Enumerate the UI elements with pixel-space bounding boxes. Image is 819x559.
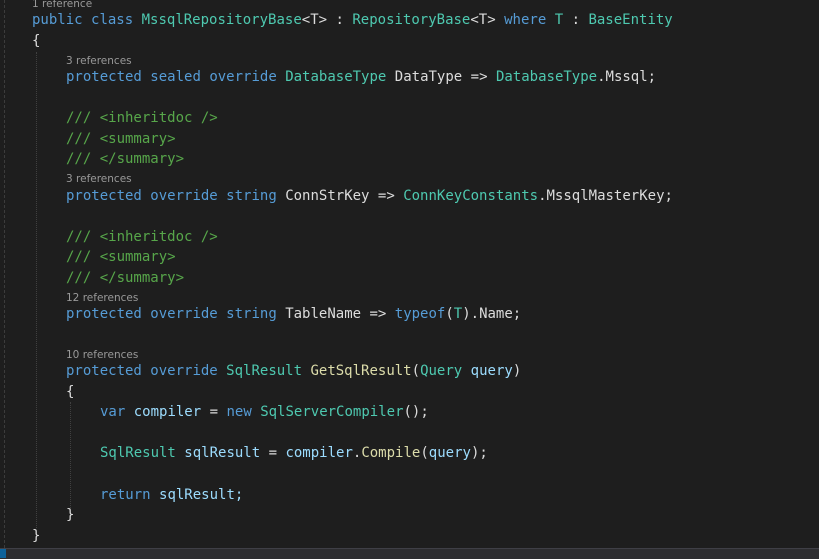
keyword: class: [91, 12, 134, 28]
variable-name: sqlResult;: [159, 487, 244, 503]
operator: =: [260, 445, 286, 461]
punctuation: ): [512, 363, 522, 379]
keyword: new: [226, 404, 252, 420]
keyword: string: [226, 188, 277, 204]
type-name: DatabaseType: [285, 69, 387, 85]
argument-name: query: [428, 445, 471, 461]
method-open-brace: {: [66, 384, 75, 400]
doc-comment: /// <summary>: [66, 131, 176, 147]
base-class-name: RepositoryBase: [352, 12, 471, 28]
type-name: Query: [420, 363, 463, 379]
member-access: ).Name;: [462, 306, 522, 322]
punctuation: :: [563, 12, 589, 28]
variable-name: sqlResult: [184, 445, 261, 461]
type-name: SqlResult: [226, 363, 303, 379]
type-parameter: <T>: [301, 12, 328, 28]
keyword: protected: [66, 363, 142, 379]
variable-name: compiler: [285, 445, 353, 461]
type-name: SqlServerCompiler: [260, 404, 404, 420]
method-name: Compile: [361, 445, 421, 461]
tablename-property-line: protected override string TableName => t…: [66, 304, 521, 324]
keyword: override: [209, 69, 277, 85]
keyword: string: [226, 306, 277, 322]
operator: =>: [369, 188, 404, 204]
keyword: var: [100, 404, 126, 420]
operator: =>: [361, 306, 395, 322]
punctuation: (: [445, 306, 454, 322]
connstrkey-property-line: protected override string ConnStrKey => …: [66, 186, 673, 206]
keyword: typeof: [394, 306, 446, 322]
doc-comment: /// <inheritdoc />: [66, 110, 218, 126]
codelens-references[interactable]: 3 references: [66, 54, 132, 68]
keyword: sealed: [150, 69, 201, 85]
open-brace: {: [32, 33, 41, 49]
datatype-property-line: protected sealed override DatabaseType D…: [66, 67, 656, 87]
codelens-references[interactable]: 3 references: [66, 172, 132, 186]
type-name: DatabaseType: [495, 69, 598, 85]
class-name: MssqlRepositoryBase: [141, 12, 302, 28]
punctuation: (: [411, 363, 421, 379]
sqlresult-declaration-line: SqlResult sqlResult = compiler.Compile(q…: [100, 443, 488, 463]
doc-comment: /// <summary>: [66, 249, 176, 265]
constraint-type: BaseEntity: [588, 12, 673, 28]
property-name: ConnStrKey: [285, 188, 370, 204]
parameter-name: query: [470, 363, 513, 379]
member-access: .Mssql;: [597, 69, 657, 85]
indent-guide: [70, 402, 71, 508]
gutter-separator: [4, 0, 6, 548]
member-access: .MssqlMasterKey;: [538, 188, 673, 204]
variable-name: compiler: [133, 404, 202, 420]
type-parameter: T: [453, 306, 463, 322]
property-name: DataType: [394, 69, 463, 85]
keyword: public: [32, 12, 83, 28]
horizontal-scrollbar[interactable]: [0, 548, 819, 559]
keyword: protected: [66, 69, 142, 85]
punctuation: );: [470, 445, 488, 461]
punctuation: (: [420, 445, 429, 461]
keyword: protected: [66, 188, 142, 204]
codelens-references[interactable]: 10 references: [66, 348, 138, 362]
keyword: protected: [66, 306, 142, 322]
method-close-brace: }: [66, 507, 75, 523]
punctuation: ();: [403, 404, 429, 420]
method-signature-line: protected override SqlResult GetSqlResul…: [66, 361, 521, 381]
close-brace: }: [32, 528, 41, 544]
type-name: SqlResult: [100, 445, 176, 461]
code-editor[interactable]: 1 reference public class MssqlRepository…: [0, 0, 819, 548]
class-declaration-line: public class MssqlRepositoryBase<T> : Re…: [32, 10, 673, 30]
scroll-marker: [0, 549, 6, 558]
codelens-references[interactable]: 12 references: [66, 291, 138, 305]
doc-comment: /// </summary>: [66, 151, 185, 167]
compiler-declaration-line: var compiler = new SqlServerCompiler();: [100, 402, 429, 422]
doc-comment: /// </summary>: [66, 270, 185, 286]
keyword: override: [150, 188, 218, 204]
keyword: override: [150, 363, 218, 379]
keyword: override: [150, 306, 218, 322]
type-parameter: <T>: [470, 12, 496, 28]
keyword: where: [504, 12, 547, 28]
return-line: return sqlResult;: [100, 485, 243, 505]
operator: =: [201, 404, 227, 420]
punctuation: :: [327, 12, 353, 28]
property-name: TableName: [285, 306, 362, 322]
type-name: ConnKeyConstants: [403, 188, 539, 204]
type-parameter: T: [554, 12, 564, 28]
operator: =>: [462, 69, 496, 85]
method-name: GetSqlResult: [310, 363, 412, 379]
keyword: return: [100, 487, 151, 503]
doc-comment: /// <inheritdoc />: [66, 229, 218, 245]
indent-guide: [36, 52, 37, 528]
